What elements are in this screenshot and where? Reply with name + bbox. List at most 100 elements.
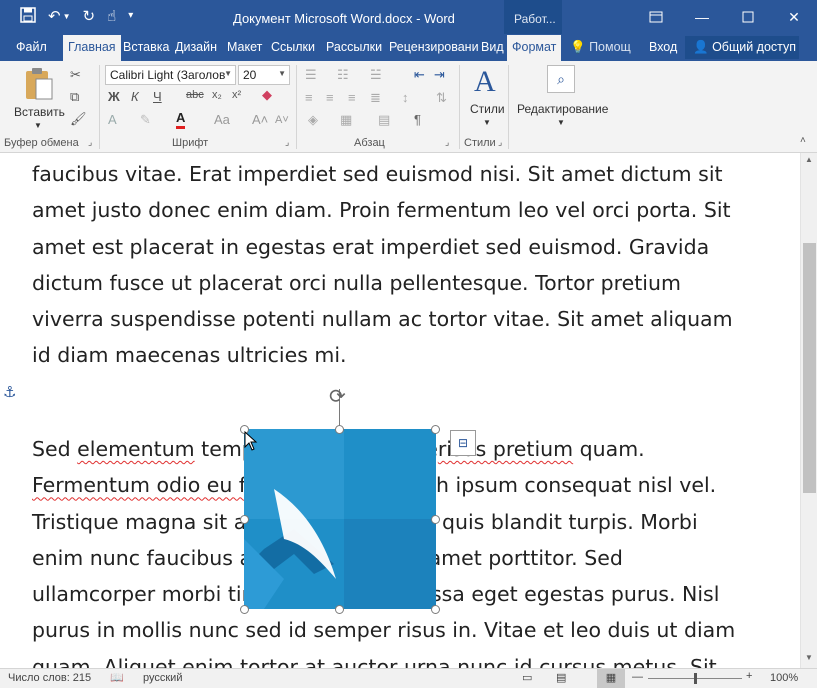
mouse-cursor-icon	[244, 431, 258, 451]
align-center-icon[interactable]: ≡	[326, 90, 334, 105]
multilevel-list-icon[interactable]: ☱	[370, 67, 382, 83]
cut-icon[interactable]: ✂	[70, 67, 81, 83]
language-label[interactable]: русский	[143, 672, 182, 684]
close-icon[interactable]: ✕	[771, 0, 817, 34]
chevron-down-icon[interactable]: ▼	[224, 69, 232, 78]
chevron-down-icon[interactable]: ▼	[278, 69, 286, 78]
italic-icon[interactable]: К	[131, 89, 139, 104]
collapse-ribbon-icon[interactable]: ˄	[800, 135, 806, 146]
editing-button[interactable]: ⌕ Редактирование ▼	[515, 65, 611, 135]
numbering-icon[interactable]: ☷	[337, 67, 349, 83]
tab-format[interactable]: Формат	[507, 35, 562, 61]
window-title: Документ Microsoft Word.docx - Word	[233, 11, 455, 26]
tab-references[interactable]: Ссылки	[271, 40, 315, 54]
tab-file[interactable]: Файл	[16, 40, 47, 54]
strikethrough-icon[interactable]: abc	[186, 89, 204, 101]
zoom-percent[interactable]: 100%	[770, 672, 798, 684]
scroll-down-icon[interactable]: ▼	[805, 653, 813, 662]
resize-handle[interactable]	[431, 425, 440, 434]
group-label-paragraph: Абзац	[354, 137, 385, 149]
bullets-icon[interactable]: ☰	[305, 67, 317, 83]
resize-handle[interactable]	[335, 605, 344, 614]
ribbon-display-icon[interactable]	[633, 0, 679, 34]
resize-handle[interactable]	[240, 605, 249, 614]
minimize-icon[interactable]: —	[679, 0, 725, 34]
scroll-thumb[interactable]	[803, 243, 816, 493]
tab-view[interactable]: Вид	[481, 40, 504, 54]
maximize-icon[interactable]	[725, 0, 771, 34]
copy-icon[interactable]: ⧉	[70, 89, 79, 105]
save-icon[interactable]	[20, 7, 36, 27]
align-right-icon[interactable]: ≡	[348, 90, 356, 105]
styles-label: Стили	[470, 102, 505, 116]
resize-handle[interactable]	[240, 515, 249, 524]
highlight-icon[interactable]: ✎	[140, 112, 151, 128]
superscript-icon[interactable]: x²	[232, 89, 241, 101]
print-layout-icon[interactable]: ▤	[556, 671, 566, 684]
styles-button[interactable]: A Стили ▼	[466, 65, 510, 135]
dialog-launcher-icon[interactable]: ⌟	[88, 137, 92, 148]
paste-label: Вставить	[14, 105, 65, 119]
read-mode-icon[interactable]: ▭	[522, 671, 532, 684]
share-button[interactable]: 👤 Общий доступ	[685, 36, 799, 59]
zoom-in-icon[interactable]: +	[746, 670, 752, 682]
tab-insert[interactable]: Вставка	[123, 40, 169, 54]
tell-me-box[interactable]: 💡 Помощ	[570, 40, 631, 55]
clear-formatting-icon[interactable]: ◆	[262, 87, 272, 103]
chevron-down-icon: ▼	[557, 118, 565, 127]
font-size-combo[interactable]: 20 ▼	[238, 65, 290, 85]
bold-icon[interactable]: Ж	[108, 89, 120, 104]
redo-icon[interactable]: ↻	[83, 7, 96, 27]
paragraph-mark-icon[interactable]: ¶	[414, 112, 421, 127]
anchor-icon[interactable]: ⚓	[3, 383, 16, 401]
tab-mailings[interactable]: Рассылки	[326, 40, 382, 54]
justify-icon[interactable]: ≣	[370, 90, 381, 106]
divider	[459, 65, 460, 149]
text-line: viverra suspendisse potenti nullam ac to…	[32, 307, 733, 332]
chevron-down-icon[interactable]: ▼	[63, 12, 71, 27]
resize-handle[interactable]	[335, 425, 344, 434]
align-left-icon[interactable]: ≡	[305, 90, 313, 105]
tab-review[interactable]: Рецензировани	[389, 40, 479, 54]
increase-indent-icon[interactable]: ⇥	[434, 67, 445, 83]
resize-handle[interactable]	[431, 605, 440, 614]
dialog-launcher-icon[interactable]: ⌟	[445, 137, 449, 148]
inserted-picture[interactable]	[244, 429, 436, 609]
web-layout-icon[interactable]: ▦	[597, 669, 625, 688]
scroll-up-icon[interactable]: ▲	[805, 155, 813, 164]
sign-in-link[interactable]: Вход	[649, 40, 677, 54]
change-case-icon[interactable]: Aa	[214, 112, 230, 127]
font-name-combo[interactable]: Calibri Light (Заголов ▼	[105, 65, 236, 85]
borders-icon[interactable]: ▦	[340, 112, 352, 128]
underline-icon[interactable]: Ч	[153, 89, 162, 104]
subscript-icon[interactable]: x₂	[212, 89, 222, 101]
sort-icon[interactable]: ⇅	[436, 90, 447, 106]
shrink-font-icon[interactable]: A˅	[275, 114, 289, 126]
shading-icon[interactable]: ◈	[308, 112, 318, 128]
layout-options-icon[interactable]: ⊟	[450, 430, 476, 456]
rotate-handle-icon[interactable]: ⟳	[329, 384, 346, 409]
tab-layout[interactable]: Макет	[227, 40, 262, 54]
proofing-icon[interactable]: 📖	[110, 671, 124, 684]
text-effects-icon[interactable]: A	[108, 112, 117, 127]
touch-mode-icon[interactable]: ☝	[107, 7, 116, 27]
undo-icon[interactable]: ↶	[48, 7, 61, 27]
tab-home[interactable]: Главная	[63, 35, 121, 61]
document-area[interactable]: faucibus vitae. Erat imperdiet sed euism…	[0, 153, 800, 668]
format-painter-icon[interactable]: 🖌	[70, 111, 87, 127]
decrease-indent-icon[interactable]: ⇤	[414, 67, 425, 83]
zoom-slider-thumb[interactable]	[694, 673, 697, 684]
font-color-icon[interactable]: A	[176, 110, 186, 129]
resize-handle[interactable]	[431, 515, 440, 524]
dialog-launcher-icon[interactable]: ⌟	[285, 137, 289, 148]
tab-design[interactable]: Дизайн	[175, 40, 217, 54]
line-spacing-icon[interactable]: ↕	[402, 90, 409, 105]
zoom-out-icon[interactable]: —	[632, 671, 643, 683]
ribbon-tabs: Файл Главная Вставка Дизайн Макет Ссылки…	[0, 34, 817, 61]
align-objects-icon[interactable]: ▤	[378, 112, 390, 128]
dialog-launcher-icon[interactable]: ⌟	[498, 137, 502, 148]
word-count[interactable]: Число слов: 215	[8, 672, 91, 684]
grow-font-icon[interactable]: A˄	[252, 112, 268, 127]
vertical-scrollbar[interactable]: ▲ ▼	[800, 153, 817, 668]
customize-icon[interactable]: ▾	[128, 10, 133, 27]
